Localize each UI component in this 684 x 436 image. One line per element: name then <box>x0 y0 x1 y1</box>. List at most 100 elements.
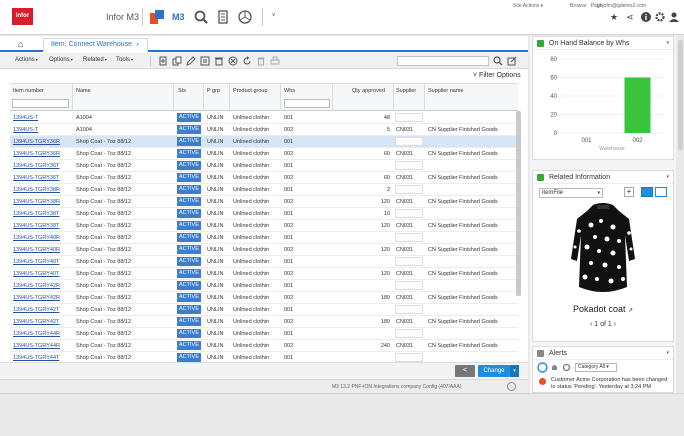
new-icon[interactable] <box>158 56 168 66</box>
trash-icon[interactable] <box>256 56 266 66</box>
table-row[interactable]: 1394US-TGRY38R Shop Coat - 7oz 88/12 ACTIV… <box>10 184 518 196</box>
related-select[interactable]: itemFile ▾ <box>539 188 603 198</box>
share-icon[interactable]: ⋖ <box>626 12 634 23</box>
col-header-p-grp[interactable]: P grp <box>207 88 220 94</box>
filter-whs-input[interactable] <box>284 99 330 108</box>
chevron-down-icon[interactable]: ▾ <box>666 174 669 180</box>
cell-item-number[interactable]: 1394US-TGRY42R <box>13 295 71 301</box>
supplier-input[interactable] <box>395 281 423 290</box>
tools-menu[interactable]: Tools▾ <box>116 57 133 63</box>
table-row[interactable]: 1394US-TGRY40T Shop Coat - 7oz 88/12 ACTIV… <box>10 256 518 268</box>
cell-item-number[interactable]: 1394US-TGRY42T <box>13 307 71 313</box>
back-button[interactable]: < <box>455 365 475 377</box>
browse-link[interactable]: Browse <box>570 3 587 9</box>
polka-dot-coat-image[interactable] <box>567 201 639 298</box>
table-row[interactable]: 1394US-TGRY38T Shop Coat - 7oz 88/12 ACTIV… <box>10 208 518 220</box>
cell-item-number[interactable]: 1394US-TGRY38T <box>13 223 71 229</box>
refresh-alert-icon[interactable] <box>537 362 548 373</box>
supplier-input[interactable] <box>395 233 423 242</box>
col-header-supplier[interactable]: Supplier <box>396 88 416 94</box>
change-dropdown-caret[interactable]: ▾ <box>510 365 519 377</box>
display-icon[interactable] <box>200 56 210 66</box>
supplier-input[interactable] <box>395 329 423 338</box>
table-row[interactable]: 1394US-TGRY42T Shop Coat - 7oz 88/12 ACTIV… <box>10 316 518 328</box>
list-view-icon[interactable] <box>655 187 667 197</box>
table-row[interactable]: 1394US-TGRY42T Shop Coat - 7oz 88/12 ACTIV… <box>10 304 518 316</box>
next-icon[interactable]: › <box>612 321 616 328</box>
table-row[interactable]: 1394US-TGRY40T Shop Coat - 7oz 88/12 ACTIV… <box>10 268 518 280</box>
tile-view-icon[interactable] <box>641 187 653 197</box>
info-icon[interactable] <box>641 12 651 22</box>
cell-item-number[interactable]: 1394US-TGRY44R <box>13 343 71 349</box>
col-header-name[interactable]: Name <box>76 88 91 94</box>
filter-item-number-input[interactable] <box>12 99 69 108</box>
cell-item-number[interactable]: 1394US-TGRY38T <box>13 211 71 217</box>
table-row[interactable]: 1394US-TGRY42R Shop Coat - 7oz 88/12 ACTIV… <box>10 280 518 292</box>
infor-logo[interactable]: infor <box>12 8 33 25</box>
cell-item-number[interactable]: 1394US-TGRY42R <box>13 283 71 289</box>
cell-item-number[interactable]: 1394US-TGRY40R <box>13 247 71 253</box>
cell-item-number[interactable]: 1394US-TGRY44T <box>13 355 71 361</box>
more-chevron-down-icon[interactable]: ˅ <box>272 13 276 19</box>
user-name[interactable]: ghjohn@gdemo2.com <box>597 3 646 9</box>
cell-item-number[interactable]: 1394US-TGRY38R <box>13 199 71 205</box>
supplier-input[interactable] <box>395 113 423 122</box>
supplier-input[interactable] <box>395 353 423 362</box>
table-row[interactable]: 1394US-TGRY38T Shop Coat - 7oz 88/12 ACTIV… <box>10 220 518 232</box>
supplier-input[interactable] <box>395 185 423 194</box>
cell-item-number[interactable]: 1394US-TGRY36R <box>13 139 71 145</box>
m3-label[interactable]: M3 <box>172 12 185 22</box>
status-clock-icon[interactable] <box>507 382 516 391</box>
filter-options-toggle[interactable]: ˅ Filter Options <box>473 72 521 79</box>
table-row[interactable]: 1394US-TGRY36R Shop Coat - 7oz 88/12 ACTIV… <box>10 136 518 148</box>
col-header-product-group[interactable]: Product group <box>233 88 268 94</box>
col-header-whs[interactable]: Whs <box>284 88 295 94</box>
cell-item-number[interactable]: 1394US-T <box>13 127 71 133</box>
table-row[interactable]: 1394US-TGRY36R Shop Coat - 7oz 88/12 ACTIV… <box>10 148 518 160</box>
add-icon[interactable]: + <box>624 187 634 197</box>
supplier-input[interactable] <box>395 161 423 170</box>
cell-item-number[interactable]: 1394US-TGRY40R <box>13 235 71 241</box>
search-icon[interactable] <box>493 56 503 66</box>
col-header-item-number[interactable]: Item number <box>13 88 44 94</box>
alert-message[interactable]: Customer Acme Corporation has been chang… <box>551 377 669 391</box>
refresh-icon[interactable] <box>242 56 252 66</box>
table-row[interactable]: 1394US-TGRY44R Shop Coat - 7oz 88/12 ACTIV… <box>10 340 518 352</box>
change-pencil-icon[interactable] <box>186 56 196 66</box>
table-row[interactable]: 1394US-TGRY36T Shop Coat - 7oz 88/12 ACTIV… <box>10 160 518 172</box>
cell-item-number[interactable]: 1394US-TGRY36T <box>13 163 71 169</box>
actions-menu[interactable]: Actions▾ <box>15 57 38 63</box>
cell-item-number[interactable]: 1394US-TGRY36T <box>13 175 71 181</box>
supplier-input[interactable] <box>395 257 423 266</box>
alert-category-select[interactable]: Category All ▾ <box>575 363 617 372</box>
supplier-input[interactable] <box>395 305 423 314</box>
right-panel-scrollbar[interactable] <box>678 40 683 150</box>
cell-item-number[interactable]: 1394US-TGRY40T <box>13 271 71 277</box>
cell-item-number[interactable]: 1394US-TGRY40T <box>13 259 71 265</box>
bell-icon[interactable] <box>550 363 559 372</box>
col-header-qty-approved[interactable]: Qty approved <box>352 88 385 94</box>
cell-item-number[interactable]: 1394US-TGRY38R <box>13 187 71 193</box>
site-actions-menu[interactable]: Site Actions ▾ <box>513 3 543 9</box>
change-button[interactable]: Change <box>478 365 510 377</box>
bar-002[interactable] <box>624 77 651 134</box>
table-row[interactable]: 1394US-TGRY42R Shop Coat - 7oz 88/12 ACTIV… <box>10 292 518 304</box>
chevron-down-icon[interactable]: ▾ <box>666 350 669 356</box>
popout-icon[interactable]: ↗ <box>135 42 139 48</box>
cell-item-number[interactable]: 1394US-TGRY44R <box>13 331 71 337</box>
table-row[interactable]: 1394US-T A1004 ACTIVE UNLIN Unlined clothin 0… <box>10 124 518 136</box>
search-input[interactable] <box>397 56 489 66</box>
cell-item-number[interactable]: 1394US-TGRY42T <box>13 319 71 325</box>
cell-item-number[interactable]: 1394US-T <box>13 115 71 121</box>
options-menu[interactable]: Options▾ <box>49 57 73 63</box>
copy-icon[interactable] <box>172 56 182 66</box>
settings-gear-icon[interactable] <box>655 12 665 22</box>
col-header-supplier-name[interactable]: Supplier name <box>428 88 463 94</box>
supplier-input[interactable] <box>395 209 423 218</box>
document-icon[interactable] <box>216 10 230 24</box>
chevron-down-icon[interactable]: ▾ <box>666 40 669 46</box>
table-row[interactable]: 1394US-TGRY40R Shop Coat - 7oz 88/12 ACTIV… <box>10 244 518 256</box>
user-icon[interactable] <box>669 12 679 22</box>
mercedes-icon[interactable] <box>238 10 252 24</box>
delete-icon[interactable] <box>214 56 224 66</box>
